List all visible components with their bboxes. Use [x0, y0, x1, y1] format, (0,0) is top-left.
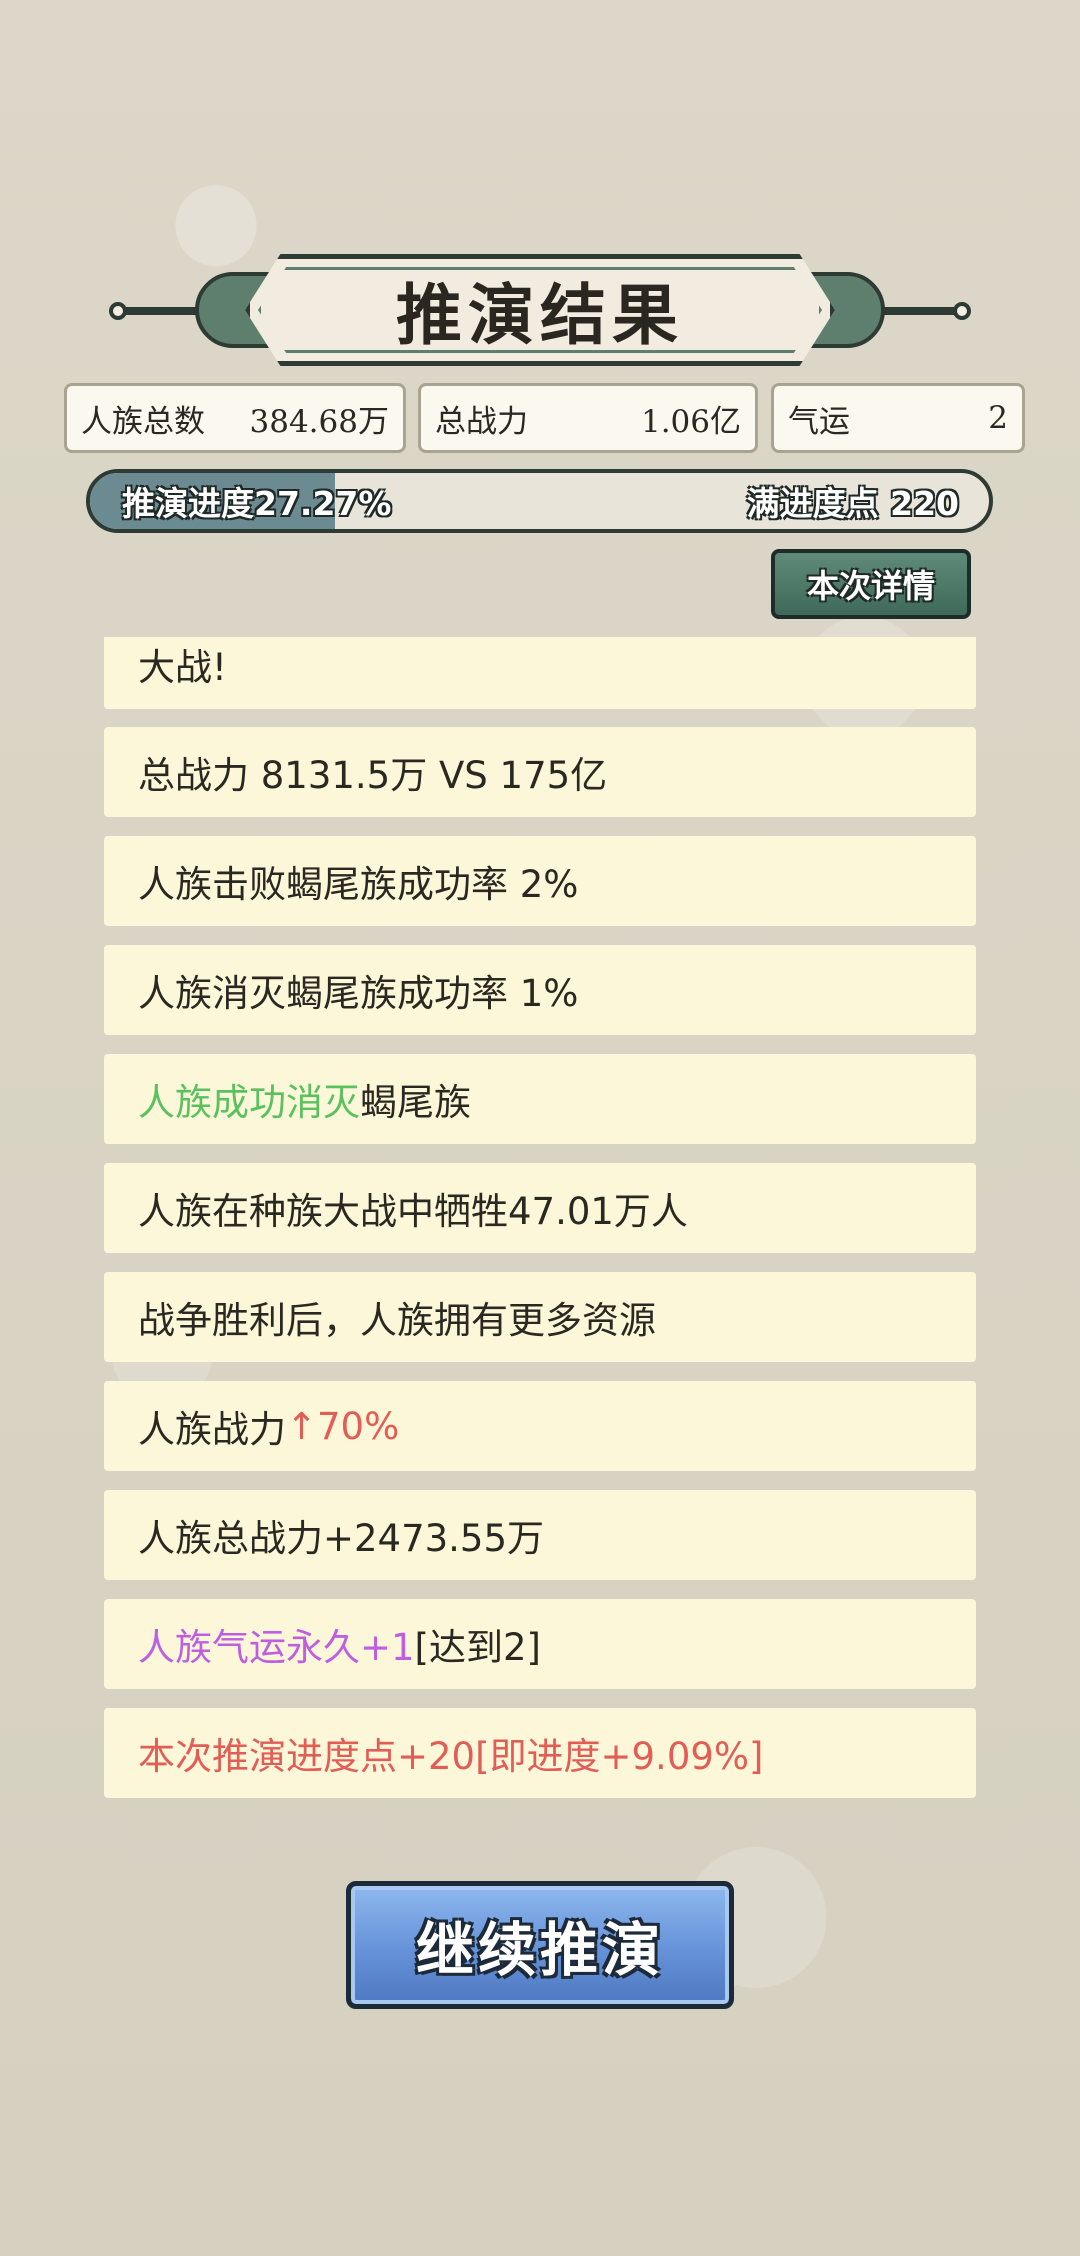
- stat-fortune-value: 2: [988, 400, 1008, 436]
- continue-button-label: 继续推演: [415, 1916, 664, 1984]
- log-text: 大战!: [138, 646, 227, 689]
- stat-power-value: 1.06亿: [640, 403, 741, 440]
- log-item-4: 人族成功消灭 蝎尾族: [104, 1054, 976, 1144]
- log-item-0: 大战!: [104, 637, 976, 709]
- log-item-5: 人族在种族大战中牺牲47.01万人: [104, 1163, 976, 1253]
- stat-fortune: 气运 2: [771, 383, 1025, 453]
- log-item-2: 人族击败蝎尾族成功率 2%: [104, 836, 976, 926]
- title-banner: 推演结果: [109, 250, 971, 370]
- log-item-3: 人族消灭蝎尾族成功率 1%: [104, 945, 976, 1035]
- progress-full-label: 满进度点 220: [746, 484, 959, 523]
- log-item-7: 人族战力 ↑70%: [104, 1381, 976, 1471]
- log-item-8: 人族总战力+2473.55万: [104, 1490, 976, 1580]
- stat-fortune-label: 气运: [788, 403, 850, 440]
- log-text: 战争胜利后，人族拥有更多资源: [138, 1299, 656, 1342]
- progress-bar: 推演进度27.27% 满进度点 220: [86, 469, 993, 533]
- log-text-highlight: 人族气运永久+1: [138, 1626, 415, 1669]
- stat-population: 人族总数 384.68万: [64, 383, 406, 453]
- log-text: 人族消灭蝎尾族成功率 1%: [138, 972, 579, 1015]
- log-text: 人族战力: [138, 1408, 286, 1451]
- log-text: 人族在种族大战中牺牲47.01万人: [138, 1190, 688, 1233]
- log-text-increase: ↑70%: [286, 1404, 400, 1448]
- log-text-progress-gain: 本次推演进度点+20[即进度+9.09%]: [138, 1735, 764, 1778]
- continue-button[interactable]: 继续推演: [346, 1881, 734, 2009]
- log-item-9: 人族气运永久+1 [达到2]: [104, 1599, 976, 1689]
- stat-population-value: 384.68万: [249, 403, 389, 440]
- log-text: [达到2]: [414, 1626, 541, 1669]
- log-text: 蝎尾族: [360, 1081, 471, 1124]
- log-item-10: 本次推演进度点+20[即进度+9.09%]: [104, 1708, 976, 1798]
- stat-power: 总战力 1.06亿: [418, 383, 758, 453]
- details-button[interactable]: 本次详情: [771, 549, 971, 619]
- log-text: 人族击败蝎尾族成功率 2%: [138, 863, 579, 906]
- log-text: 人族总战力+2473.55万: [138, 1517, 545, 1560]
- progress-label: 推演进度27.27%: [122, 484, 392, 523]
- title-knob-left: [109, 302, 127, 320]
- page-title: 推演结果: [396, 277, 684, 354]
- result-log-list[interactable]: 大战! 总战力 8131.5万 VS 175亿 人族击败蝎尾族成功率 2% 人族…: [104, 637, 976, 1807]
- log-item-1: 总战力 8131.5万 VS 175亿: [104, 727, 976, 817]
- title-knob-right: [953, 302, 971, 320]
- title-plate: 推演结果: [245, 254, 835, 366]
- stat-power-label: 总战力: [435, 403, 528, 440]
- log-text-highlight: 人族成功消灭: [138, 1081, 360, 1124]
- log-item-6: 战争胜利后，人族拥有更多资源: [104, 1272, 976, 1362]
- stat-population-label: 人族总数: [81, 403, 205, 440]
- log-text: 总战力 8131.5万 VS 175亿: [138, 754, 608, 797]
